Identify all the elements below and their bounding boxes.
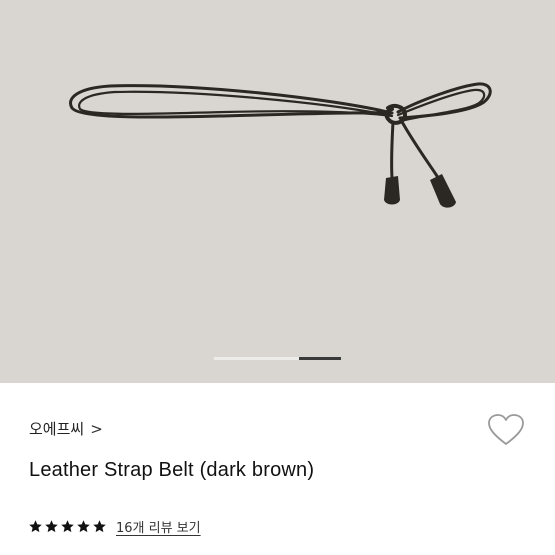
carousel-indicator[interactable] <box>214 357 341 360</box>
product-image[interactable] <box>0 0 555 383</box>
heart-outline-icon <box>488 414 524 445</box>
rating-row: 16개 리뷰 보기 <box>28 517 201 536</box>
product-title: Leather Strap Belt (dark brown) <box>29 459 315 481</box>
wishlist-button[interactable] <box>486 412 526 448</box>
star-icon <box>45 520 58 533</box>
chevron-right-icon: > <box>90 419 103 438</box>
star-icon <box>93 520 106 533</box>
review-count-link[interactable]: 16개 리뷰 보기 <box>116 517 201 536</box>
star-icon <box>29 520 42 533</box>
brand-name: 오에프씨 <box>29 420 85 438</box>
carousel-track <box>214 357 299 360</box>
star-rating <box>28 519 107 534</box>
leather-strap-belt-photo <box>69 82 492 208</box>
carousel-active-segment <box>299 357 341 360</box>
brand-link[interactable]: 오에프씨 > <box>29 418 103 439</box>
star-icon <box>77 520 90 533</box>
star-icon <box>61 520 74 533</box>
